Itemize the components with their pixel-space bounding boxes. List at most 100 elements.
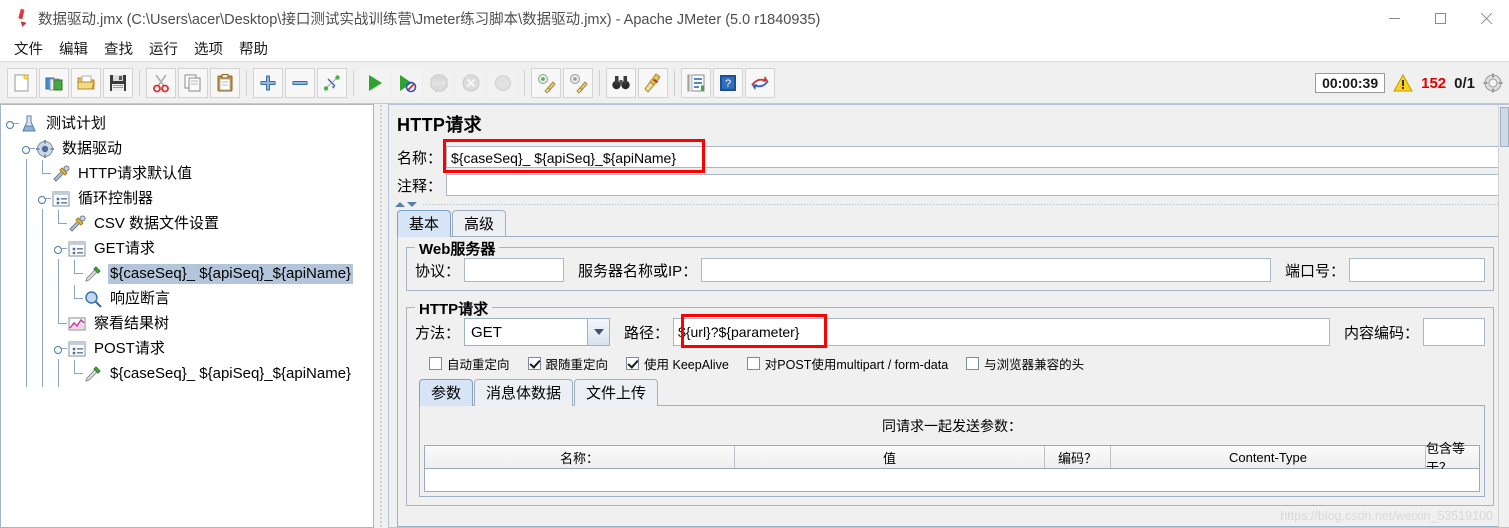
column-header-name[interactable]: 名称： [425, 446, 735, 468]
table-body[interactable] [425, 469, 1479, 491]
expander-icon[interactable] [35, 186, 51, 211]
function-helper-icon [687, 74, 705, 91]
menu-edit[interactable]: 编辑 [51, 36, 96, 61]
chevron-up-icon[interactable] [395, 202, 405, 207]
expander-icon[interactable] [51, 336, 67, 361]
templates-button[interactable] [39, 67, 69, 98]
tree-node-post-controller[interactable]: POST请求 [3, 334, 373, 362]
undo-redo-button[interactable] [745, 67, 775, 98]
clear-small-button[interactable] [488, 67, 518, 98]
column-header-value[interactable]: 值 [735, 446, 1045, 468]
checkbox-browser-headers[interactable]: 与浏览器兼容的头 [966, 354, 1084, 373]
checkbox-label: 自动重定向 [447, 358, 510, 372]
menu-file[interactable]: 文件 [6, 36, 51, 61]
shutdown-button[interactable] [456, 67, 486, 98]
warning-triangle-icon [1393, 73, 1413, 92]
menu-run[interactable]: 运行 [141, 36, 186, 61]
method-select[interactable]: GET [464, 318, 611, 346]
toggle-button[interactable] [317, 67, 347, 98]
tree-node-http-sampler-post[interactable]: ${caseSeq}_ ${apiSeq}_${apiName} [3, 359, 373, 387]
open-folder-button[interactable] [71, 67, 101, 98]
column-header-encode[interactable]: 编码？ [1045, 446, 1111, 468]
collapse-all-button[interactable] [285, 67, 315, 98]
shutdown-icon [462, 74, 480, 91]
save-button[interactable] [103, 67, 133, 98]
activity-gear-icon [1483, 73, 1503, 93]
function-helper-button[interactable] [681, 67, 711, 98]
checkbox-keepalive[interactable]: 使用 KeepAlive [626, 354, 729, 373]
tab-advanced[interactable]: 高级 [452, 210, 507, 237]
column-header-include-equals[interactable]: 包含等于？ [1426, 441, 1479, 475]
section-collapse-handle[interactable] [389, 199, 1509, 210]
tree-node-http-defaults[interactable]: HTTP请求默认值 [3, 159, 373, 187]
tree-label: HTTP请求默认值 [78, 164, 193, 182]
clear-all-button[interactable] [563, 67, 593, 98]
paste-button[interactable] [210, 67, 240, 98]
split-divider[interactable] [374, 104, 388, 528]
content-encoding-input[interactable] [1423, 318, 1485, 346]
checkbox-follow-redirect[interactable]: 跟随重定向 [527, 354, 608, 373]
chevron-down-icon[interactable] [407, 202, 417, 207]
tree-node-csv-data-set[interactable]: CSV 数据文件设置 [3, 209, 373, 237]
indent [35, 284, 51, 312]
content-encoding-label: 内容编码： [1343, 324, 1419, 342]
chevron-down-icon[interactable] [587, 319, 610, 345]
checkbox-box[interactable] [966, 357, 980, 370]
expander-icon[interactable] [19, 136, 35, 161]
name-input[interactable]: ${caseSeq}_ ${apiSeq}_${apiName} [446, 146, 1503, 168]
expand-all-button[interactable] [253, 67, 283, 98]
tree-node-response-assertion[interactable]: 响应断言 [3, 284, 373, 312]
reset-search-button[interactable] [638, 67, 668, 98]
minimize-button[interactable] [1371, 0, 1417, 36]
port-input[interactable] [1349, 258, 1485, 282]
new-document-button[interactable] [7, 67, 37, 98]
tab-basic[interactable]: 基本 [397, 210, 452, 237]
tree-node-view-results-tree[interactable]: 察看结果树 [3, 309, 373, 337]
checkbox-auto-redirect[interactable]: 自动重定向 [429, 354, 510, 373]
checkbox-box[interactable] [429, 357, 442, 370]
expander-icon[interactable] [3, 111, 19, 136]
menu-options[interactable]: 选项 [186, 36, 231, 61]
menu-search[interactable]: 查找 [96, 36, 141, 61]
column-header-content-type[interactable]: Content-Type [1111, 446, 1426, 468]
cut-button[interactable] [146, 67, 176, 98]
protocol-input[interactable] [464, 258, 565, 282]
tab-parameters[interactable]: 参数 [419, 379, 474, 406]
checkbox-box[interactable] [527, 357, 541, 370]
maximize-button[interactable] [1417, 0, 1463, 36]
tab-file-upload[interactable]: 文件上传 [574, 379, 659, 406]
search-button[interactable] [606, 67, 636, 98]
toolbar-separator [599, 69, 600, 96]
tree-node-thread-group[interactable]: 数据驱动 [3, 136, 373, 161]
server-input[interactable] [701, 258, 1271, 282]
toggle-switch-icon [323, 74, 340, 91]
tab-body-data[interactable]: 消息体数据 [474, 379, 574, 406]
path-input[interactable]: ${url}?${parameter} [673, 318, 1330, 346]
tree-node-test-plan[interactable]: 测试计划 [3, 111, 373, 136]
expander-icon[interactable] [51, 236, 67, 261]
indent [19, 309, 35, 337]
clear-button[interactable] [531, 67, 561, 98]
help-button[interactable]: ? [713, 67, 743, 98]
close-button[interactable] [1463, 0, 1509, 36]
checkbox-box[interactable] [746, 357, 760, 370]
start-no-timers-button[interactable] [392, 67, 422, 98]
tree-node-get-controller[interactable]: GET请求 [3, 234, 373, 262]
vertical-scrollbar[interactable] [1498, 105, 1509, 527]
checkbox-multipart[interactable]: 对POST使用multipart / form-data [746, 354, 948, 373]
tree-label: 测试计划 [46, 114, 107, 132]
error-count[interactable]: 152 [1421, 75, 1446, 92]
stop-button[interactable]: STOP [424, 67, 454, 98]
parameters-table[interactable]: 名称： 值 编码？ Content-Type 包含等于？ [424, 441, 1480, 492]
menu-help[interactable]: 帮助 [231, 36, 276, 61]
scrollbar-thumb[interactable] [1500, 107, 1509, 147]
thread-group-icon [36, 139, 54, 158]
comment-input[interactable] [446, 174, 1503, 196]
copy-button[interactable] [178, 67, 208, 98]
tree-node-loop-controller[interactable]: 循环控制器 [3, 184, 373, 212]
checkbox-box[interactable] [626, 357, 640, 370]
tree-branch [35, 160, 51, 186]
start-button[interactable] [360, 67, 390, 98]
tree-node-http-sampler-get[interactable]: ${caseSeq}_ ${apiSeq}_${apiName} [3, 259, 373, 287]
